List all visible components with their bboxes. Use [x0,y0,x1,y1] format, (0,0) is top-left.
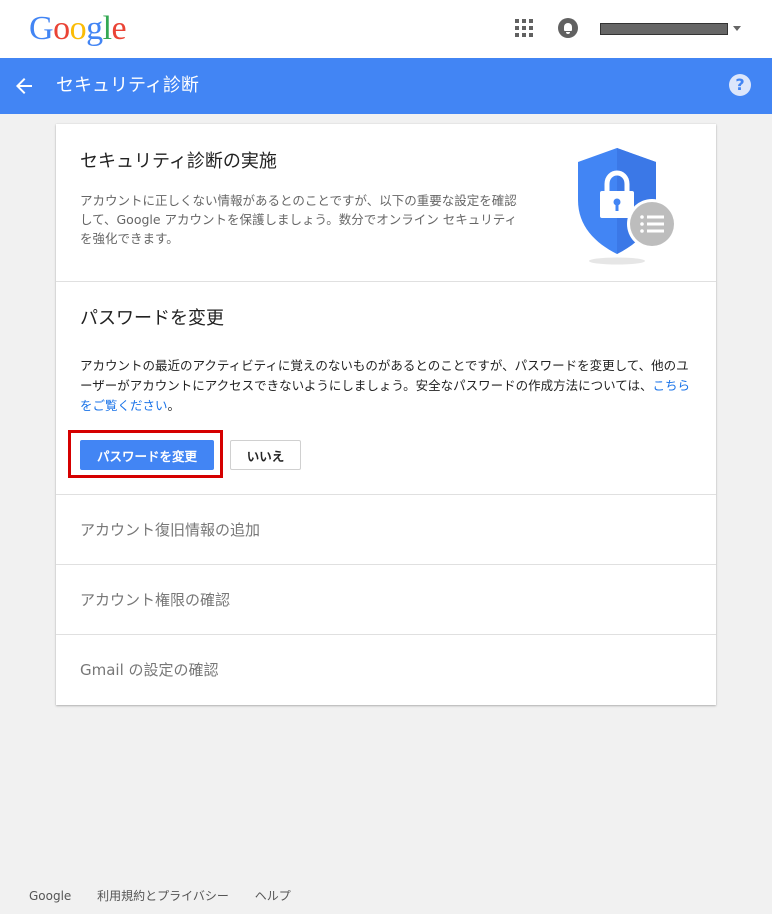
recovery-info-row[interactable]: アカウント復旧情報の追加 [56,495,716,565]
footer-help-link[interactable]: ヘルプ [255,889,291,903]
change-password-button[interactable]: パスワードを変更 [80,440,214,470]
account-permissions-label: アカウント権限の確認 [80,591,231,609]
no-button[interactable]: いいえ [230,440,301,470]
gmail-settings-label: Gmail の設定の確認 [80,661,219,679]
logo-letter: e [111,10,127,47]
recovery-info-label: アカウント復旧情報の追加 [80,521,261,539]
notifications-icon[interactable] [558,18,578,38]
password-description-text: アカウントの最近のアクティビティに覚えのないものがあるとのことですが、パスワード… [80,358,689,393]
account-name-redacted[interactable] [600,23,728,35]
gmail-settings-row[interactable]: Gmail の設定の確認 [56,635,716,705]
change-password-description: アカウントの最近のアクティビティに覚えのないものがあるとのことですが、パスワード… [80,356,695,416]
top-bar: Google [0,0,772,58]
google-logo[interactable]: Google [29,10,127,48]
change-password-title: パスワードを変更 [80,308,224,329]
logo-letter: G [29,10,54,47]
logo-letter: l [102,10,112,47]
help-icon[interactable]: ? [729,74,751,96]
logo-letter: o [53,10,70,47]
intro-description: アカウントに正しくない情報があるとのことですが、以下の重要な設定を確認して、Go… [80,193,518,246]
logo-letter: o [69,10,87,47]
apps-grid-icon[interactable] [515,19,533,37]
security-checkup-card: セキュリティ診断の実施 アカウントに正しくない情報があるとのことですが、以下の重… [56,124,716,705]
footer-terms-link[interactable]: 利用規約とプライバシー [97,889,229,903]
account-permissions-row[interactable]: アカウント権限の確認 [56,565,716,635]
intro-section: セキュリティ診断の実施 アカウントに正しくない情報があるとのことですが、以下の重… [56,124,716,282]
intro-title: セキュリティ診断の実施 [80,151,277,172]
footer-google-link[interactable]: Google [29,889,71,903]
page-title: セキュリティ診断 [56,75,199,96]
footer: Google 利用規約とプライバシー ヘルプ [29,888,313,904]
app-bar: セキュリティ診断 ? [0,58,772,114]
shield-lock-checklist-icon [578,148,677,265]
change-password-section: パスワードを変更 アカウントの最近のアクティビティに覚えのないものがあるとのこと… [56,282,716,495]
arrow-back-icon[interactable] [12,74,36,98]
logo-letter: g [86,10,103,47]
password-description-end: 。 [167,398,181,413]
account-menu-caret-icon[interactable] [733,26,741,31]
